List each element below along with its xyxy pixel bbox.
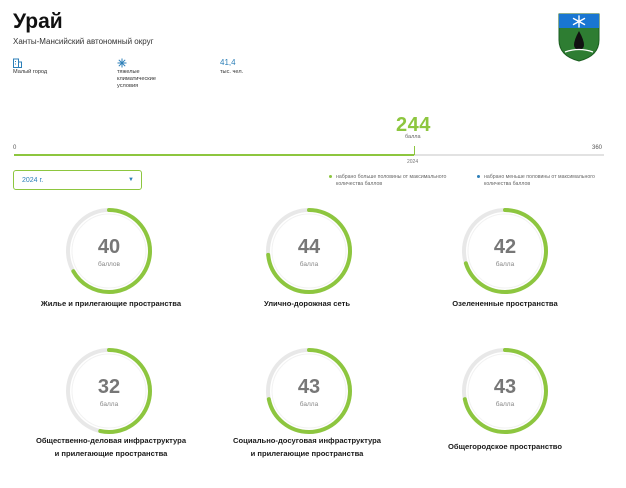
region-subtitle: Ханты-Мансийский автономный округ (13, 37, 154, 46)
category-label-line: и прилегающие пространства (250, 449, 364, 458)
city-title: Урай (13, 10, 63, 33)
legend-below-half: набрано меньше половины от максимального… (477, 174, 614, 187)
city-type-fact: Малый город (13, 58, 47, 76)
total-score-unit: балла (405, 134, 421, 140)
year-select-value: 2024 г. (22, 177, 44, 184)
score-marker (414, 146, 415, 155)
category-label: Озелененные пространства (452, 299, 558, 308)
scale-max-label: 360 (592, 145, 603, 151)
category-score-unit: балла (99, 401, 119, 408)
population-unit: тыс. чел. (220, 69, 244, 75)
category-score-value: 42 (493, 236, 517, 258)
score-ring: 40 баллов (64, 206, 154, 296)
category-label: Общегородское пространство (447, 442, 563, 451)
blue-dot-icon (477, 175, 480, 178)
category-score-value: 43 (493, 376, 517, 398)
category-score-value: 40 (97, 236, 121, 258)
score-ring: 43 балла (264, 346, 354, 436)
climate-label: тяжелые климатические условия (117, 69, 156, 89)
legend-above-text: набрано больше половины от максимального… (336, 174, 447, 187)
scale-min-label: 0 (13, 145, 17, 151)
score-ring: 42 балла (460, 206, 550, 296)
category-label: Жилье и прилегающие пространства (40, 299, 182, 308)
city-type-label: Малый город (13, 69, 48, 75)
chevron-down-icon[interactable]: ▼ (128, 177, 134, 183)
snowflake-icon (117, 58, 177, 69)
category-score-value: 44 (297, 236, 321, 258)
category-score-unit: балла (495, 261, 515, 268)
legend-above-half: набрано больше половины от максимального… (329, 174, 466, 187)
category-score-unit: баллов (98, 261, 120, 268)
category-label: Общественно-деловая инфраструктура и прил… (16, 434, 206, 460)
category-score-unit: балла (495, 401, 515, 408)
legend-below-text: набрано меньше половины от максимального… (484, 174, 595, 187)
score-ring: 44 балла (264, 206, 354, 296)
population-fact: 41,4 тыс. чел. (220, 58, 243, 76)
score-ring: 43 балла (460, 346, 550, 436)
climate-fact: тяжелые климатические условия (117, 58, 177, 90)
category-label-line: Социально-досуговая инфраструктура (233, 436, 381, 445)
year-select[interactable]: 2024 г. ▼ (13, 170, 142, 190)
category-score-value: 32 (97, 376, 121, 398)
category-label-line: Общественно-деловая инфраструктура (35, 436, 187, 445)
category-label: Улично-дорожная сеть (263, 299, 350, 308)
population-value: 41,4 (220, 58, 236, 67)
category-score-value: 43 (297, 376, 321, 398)
category-score-unit: балла (299, 261, 319, 268)
building-icon (13, 58, 47, 69)
score-ring: 32 балла (64, 346, 154, 436)
category-label-line: и прилегающие пространства (54, 449, 168, 458)
coat-of-arms-icon (557, 12, 601, 62)
score-year-label: 2024 (407, 159, 419, 165)
category-score-unit: балла (299, 401, 319, 408)
score-progress-track (14, 146, 604, 156)
green-dot-icon (329, 175, 332, 178)
score-progress-fill (14, 154, 414, 156)
category-label: Социально-досуговая инфраструктура и прил… (212, 434, 402, 460)
